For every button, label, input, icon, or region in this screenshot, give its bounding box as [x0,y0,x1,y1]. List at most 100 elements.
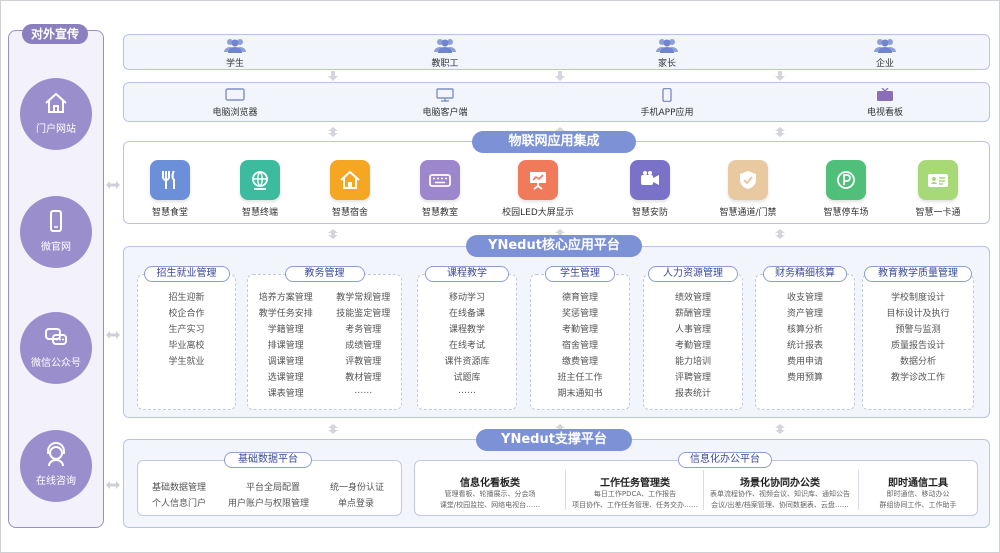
app-dormitory[interactable]: 智慧宿舍 [310,160,390,218]
core-module-item[interactable]: 核算分析 [755,322,855,335]
core-module-item[interactable]: 绩效管理 [643,290,743,303]
core-module-item[interactable]: 毕业离校 [137,338,236,351]
micro-site-item[interactable]: 微官网 [20,196,92,268]
app-parking[interactable]: 智慧停车场 [806,160,886,218]
app-canteen-label: 智慧食堂 [151,208,188,218]
core-module-item[interactable]: 质量报告设计 [862,338,974,351]
core-module-item[interactable]: 技能鉴定管理 [325,306,403,319]
office-card-title: 即时通信工具 [888,478,948,489]
basic-data-title: 基础数据平台 [224,452,312,468]
core-module-item[interactable]: 学生就业 [137,354,236,367]
core-module-item[interactable]: 费用申请 [755,354,855,367]
core-module-item[interactable]: 宿舍管理 [530,338,630,351]
down-arrow-icon [555,71,565,81]
core-module-item[interactable]: 学校制度设计 [862,290,974,303]
core-module-item[interactable]: 人事管理 [643,322,743,335]
app-terminal[interactable]: 智慧终端 [220,160,300,218]
core-module-title[interactable]: 招生就业管理 [143,266,230,282]
core-module-title[interactable]: 学生管理 [545,266,615,282]
core-module-item[interactable]: 缴费管理 [530,354,630,367]
core-module-item[interactable]: 班主任工作 [530,370,630,383]
core-module-item[interactable]: 收支管理 [755,290,855,303]
core-module-item[interactable]: 教学任务安排 [247,306,325,319]
core-module-item[interactable]: 课件资源库 [417,354,517,367]
core-module-item[interactable]: 考务管理 [325,322,403,335]
core-module-item[interactable]: 校企合作 [137,306,236,319]
core-module-item[interactable]: 能力培训 [643,354,743,367]
user-student-label: 学生 [225,59,244,69]
support-platform-title: YNedut支撑平台 [476,429,632,451]
basic-data-item: 用户账户与权限管理 [228,499,310,509]
basic-data-item: 统一身份认证 [330,483,385,493]
core-module-item[interactable]: …… [417,386,517,396]
users-group-icon [874,39,896,53]
terminal-tv-label: 电视看板 [866,108,903,118]
double-arrow-icon [106,481,120,489]
office-card-desc: 管理看板、轮播展示、分会场 课堂/校园监控、网络电视台…… [439,490,541,509]
core-module-item[interactable]: 费用预算 [755,370,855,383]
core-module-item[interactable]: 在线考试 [417,338,517,351]
office-card-desc: 表单流程协作、视频会议、知识库、通知公告 会议/出差/档案管理、协同数据表、云盘…… [710,490,850,509]
app-led-screen[interactable]: 校园LED大屏显示 [498,160,578,218]
app-access-control-label: 智慧通道/门禁 [719,208,777,218]
core-module-item[interactable]: 成绩管理 [325,338,403,351]
core-module-item[interactable]: 预警与监测 [862,322,974,335]
core-module-item[interactable]: 考勤管理 [530,322,630,335]
core-module-item[interactable]: 选课管理 [247,370,325,383]
core-module-item[interactable]: 期末通知书 [530,386,630,399]
portal-website-item[interactable]: 门户网站 [20,78,92,150]
core-module-item[interactable]: 评教管理 [325,354,403,367]
down-arrow-icon [775,71,785,81]
terminal-browser: 电脑浏览器 [193,88,277,118]
core-module-title[interactable]: 教务管理 [284,266,365,282]
tv-icon [877,87,893,101]
app-dormitory-label: 智慧宿舍 [331,208,368,218]
core-module-item[interactable]: 生产实习 [137,322,236,335]
core-module-item[interactable]: 教材管理 [325,370,403,383]
parking-icon [826,160,866,200]
double-vertical-arrow-icon [328,424,338,434]
terminal-tv: 电视看板 [843,87,927,118]
core-module-item[interactable]: 移动学习 [417,290,517,303]
core-module-title[interactable]: 课程教学 [425,266,509,282]
core-module-item[interactable]: 评聘管理 [643,370,743,383]
core-module-item[interactable]: 薪酬管理 [643,306,743,319]
core-module-item[interactable]: 培养方案管理 [247,290,325,303]
core-module-item[interactable]: 德育管理 [530,290,630,303]
core-module-title[interactable]: 人力资源管理 [648,266,738,282]
online-consult-label: 在线咨询 [36,476,76,487]
app-access-control[interactable]: 智慧通道/门禁 [708,160,788,218]
core-module-item[interactable]: 调课管理 [247,354,325,367]
core-module-item[interactable]: 报表统计 [643,386,743,399]
desktop-monitor-icon [436,88,454,102]
app-canteen[interactable]: 智慧食堂 [130,160,210,218]
double-vertical-arrow-icon [775,127,785,137]
app-classroom[interactable]: 智慧教室 [400,160,480,218]
core-module-item[interactable]: 资产管理 [755,306,855,319]
office-card-desc: 即时通信、移动办公 群组协同工作、工作助手 [879,490,957,509]
app-campus-card[interactable]: 智慧一卡通 [898,160,978,218]
core-module-item[interactable]: 目标设计及执行 [862,306,974,319]
user-staff-label: 教职工 [431,59,459,69]
app-security[interactable]: 智慧安防 [610,160,690,218]
core-module-item[interactable]: 课程教学 [417,322,517,335]
core-module-item[interactable]: 试题库 [417,370,517,383]
online-consult-item[interactable]: 在线咨询 [20,430,92,502]
core-module-item[interactable]: …… [325,386,403,396]
core-module-item[interactable]: 排课管理 [247,338,325,351]
core-module-item[interactable]: 统计报表 [755,338,855,351]
core-module-title[interactable]: 教育教学质量管理 [864,266,972,282]
core-module-item[interactable]: 课表管理 [247,386,325,399]
core-module-item[interactable]: 数据分析 [862,354,974,367]
core-module-item[interactable]: 招生迎新 [137,290,236,303]
core-module-item[interactable]: 在线备课 [417,306,517,319]
core-module-item[interactable]: 学籍管理 [247,322,325,335]
core-module-item[interactable]: 教学常规管理 [325,290,403,303]
core-module-item[interactable]: 奖惩管理 [530,306,630,319]
core-module-item[interactable]: 考勤管理 [643,338,743,351]
id-card-icon [918,160,958,200]
wechat-account-item[interactable]: 微信公众号 [20,312,92,384]
core-module-title[interactable]: 财务精细核算 [763,266,847,282]
office-card-desc: 每日工作PDCA、工作报告 项目协作、工作任务管理、任务交办…… [572,490,698,509]
core-module-item[interactable]: 教学诊改工作 [862,370,974,383]
